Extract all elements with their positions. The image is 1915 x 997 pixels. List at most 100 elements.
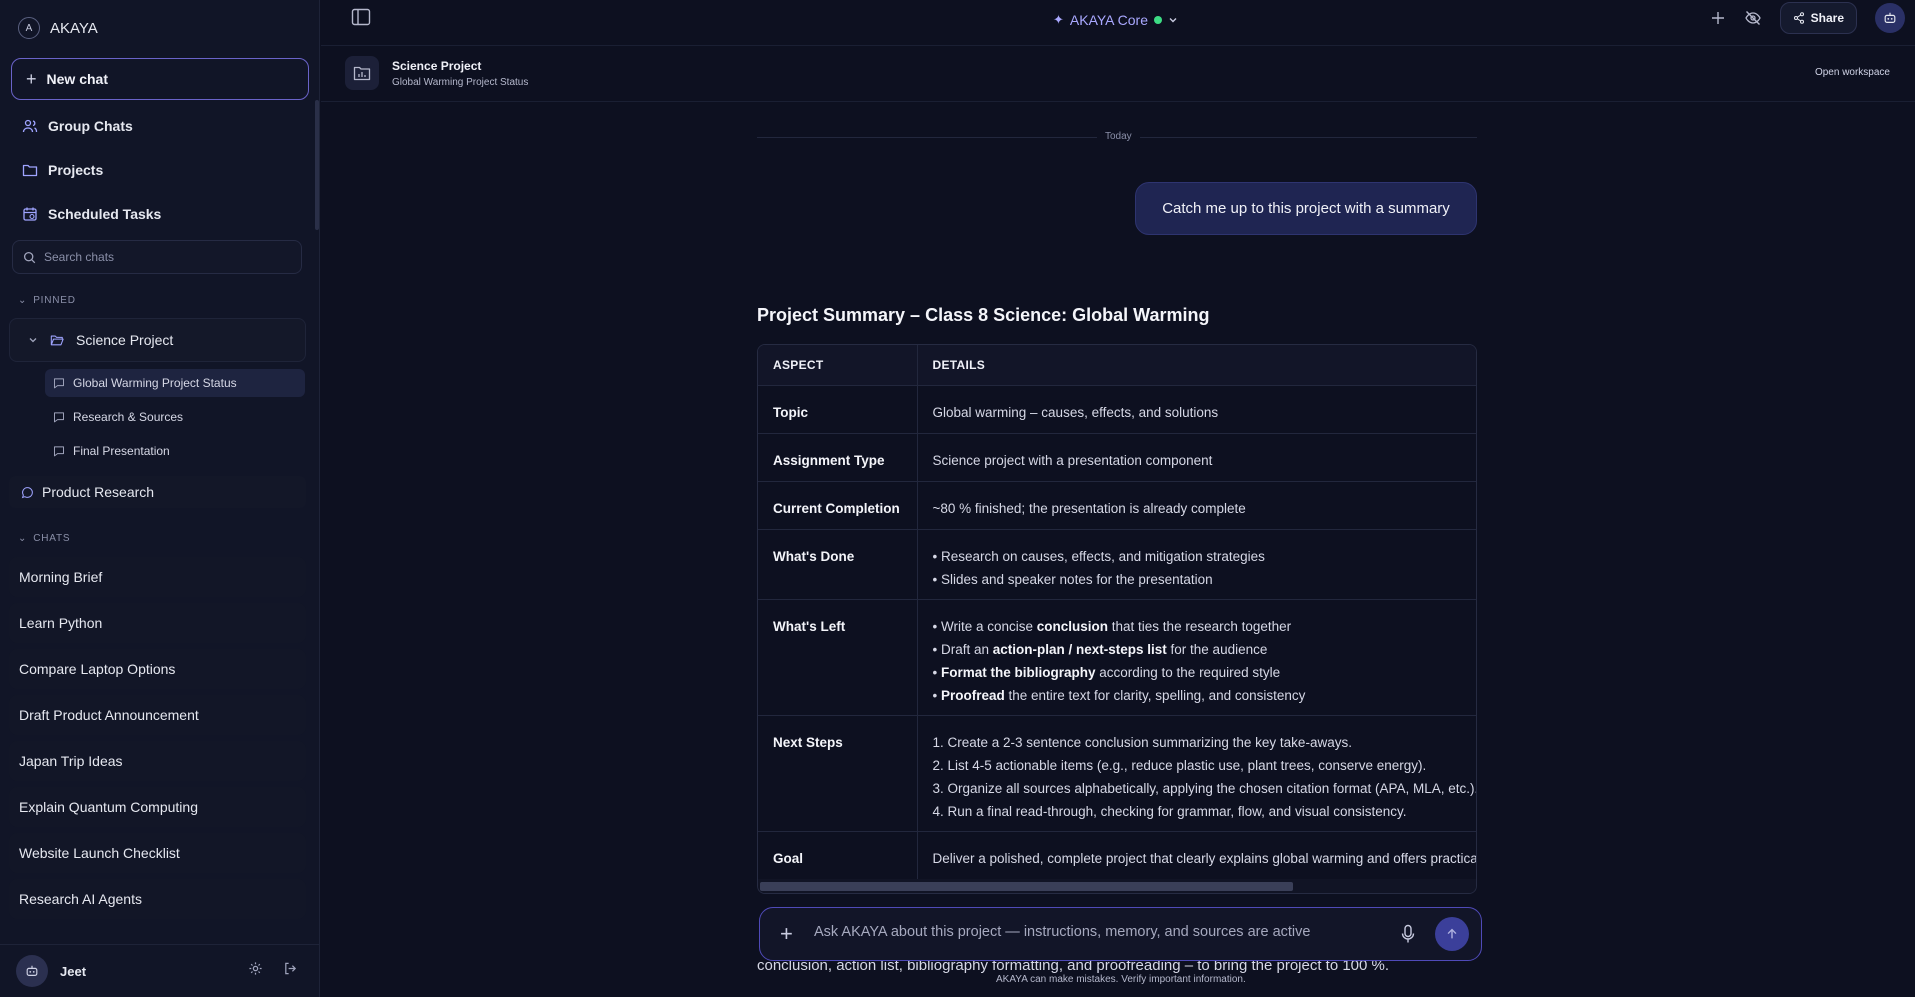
column-header: ASPECT (758, 345, 918, 386)
message-input[interactable] (814, 924, 1354, 940)
detail-line: • Slides and speaker notes for the prese… (932, 571, 1213, 587)
project-title: Science Project (392, 59, 482, 73)
table-row: What's Done • Research on causes, effect… (758, 529, 1476, 600)
chat-item-ai-agents[interactable]: Research AI Agents (9, 879, 306, 919)
table-header-row: ASPECT DETAILS (758, 345, 1476, 386)
chevron-down-icon[interactable] (28, 335, 38, 345)
table-row: Assignment Type Science project with a p… (758, 433, 1476, 482)
project-chat-final-presentation[interactable]: Final Presentation (45, 437, 305, 465)
table-horizontal-scrollbar[interactable] (758, 879, 1476, 893)
project-icon (345, 56, 379, 90)
assistant-avatar-button[interactable] (1875, 3, 1905, 33)
eye-off-icon[interactable] (1744, 10, 1762, 26)
calendar-icon (23, 207, 37, 221)
logo-icon: A (18, 17, 40, 39)
disclaimer: AKAYA can make mistakes. Verify importan… (996, 974, 1246, 985)
toggle-sidebar-button[interactable] (351, 8, 371, 31)
project-subtitle: Global Warming Project Status (392, 77, 529, 88)
user-profile[interactable]: Jeet (0, 944, 320, 997)
chevron-down-icon (1169, 18, 1177, 23)
plus-icon: + (26, 68, 37, 89)
nav-label: Projects (48, 162, 104, 178)
search-icon (23, 251, 36, 263)
date-divider: Today (1097, 131, 1140, 142)
chat-item-website-launch[interactable]: Website Launch Checklist (9, 833, 306, 873)
project-chat-label: Research & Sources (73, 410, 184, 424)
detail-line: • Draft an action-plan / next-steps list… (932, 641, 1268, 657)
detail-line: • Research on causes, effects, and mitig… (932, 548, 1265, 564)
nav-group-chats[interactable]: Group Chats (22, 112, 133, 140)
send-button[interactable] (1435, 917, 1469, 951)
project-chat-label: Final Presentation (73, 444, 170, 458)
chat-item-quantum[interactable]: Explain Quantum Computing (9, 787, 306, 827)
nav-projects[interactable]: Projects (22, 156, 103, 184)
new-chat-label: New chat (46, 71, 108, 87)
chevron-down-icon: ⌄ (18, 295, 28, 306)
details-cell: Science project with a presentation comp… (917, 433, 1476, 482)
pinned-section-toggle[interactable]: ⌄ PINNED (18, 295, 76, 306)
sidebar-scrollbar[interactable] (315, 100, 319, 230)
summary-table: ASPECT DETAILS Topic Global warming – ca… (757, 344, 1477, 894)
chat-item-learn-python[interactable]: Learn Python (9, 603, 306, 643)
project-chat-global-warming[interactable]: Global Warming Project Status (45, 369, 305, 397)
pinned-project-science[interactable]: Science Project (9, 318, 306, 362)
arrow-up-icon (1447, 928, 1457, 939)
logout-icon[interactable] (283, 961, 298, 976)
chat-item-compare-laptop[interactable]: Compare Laptop Options (9, 649, 306, 689)
table-row: Current Completion ~80 % finished; the p… (758, 481, 1476, 530)
pinned-chat-label: Product Research (42, 484, 155, 500)
detail-line: 4. Run a final read-through, checking fo… (932, 803, 1407, 819)
brand[interactable]: A AKAYA (18, 17, 98, 39)
aspect-cell: Topic (758, 385, 918, 434)
sidebar: A AKAYA + New chat Group Chats Projects … (0, 0, 320, 997)
search-box[interactable] (12, 240, 302, 274)
table-row: Topic Global warming – causes, effects, … (758, 385, 1476, 434)
new-chat-plus-icon[interactable] (1710, 10, 1726, 26)
folder-chart-icon (353, 66, 371, 81)
nav-scheduled-tasks[interactable]: Scheduled Tasks (22, 200, 161, 228)
chat-item-japan-trip[interactable]: Japan Trip Ideas (9, 741, 306, 781)
chevron-down-icon: ⌄ (18, 533, 28, 544)
chats-label: CHATS (33, 533, 71, 544)
model-selector[interactable]: ✦ AKAYA Core (1053, 12, 1178, 28)
settings-gear-icon[interactable] (248, 961, 263, 976)
details-cell: • Write a concise conclusion that ties t… (917, 599, 1476, 716)
app-name: AKAYA (50, 19, 98, 37)
chat-item-morning-brief[interactable]: Morning Brief (9, 557, 306, 597)
pinned-label: PINNED (33, 295, 76, 306)
open-workspace-link[interactable]: Open workspace (1815, 67, 1890, 78)
project-chat-research-sources[interactable]: Research & Sources (45, 403, 305, 431)
folder-icon (22, 164, 38, 177)
bot-icon (1884, 12, 1896, 23)
details-cell: 1. Create a 2-3 sentence conclusion summ… (917, 715, 1477, 832)
detail-line: Science project with a presentation comp… (932, 452, 1213, 468)
aspect-cell: Goal (758, 831, 918, 880)
microphone-icon[interactable] (1400, 924, 1416, 944)
detail-line: ~80 % finished; the presentation is alre… (932, 500, 1246, 516)
project-header: Science Project Global Warming Project S… (321, 46, 1915, 102)
attach-plus-icon[interactable]: + (780, 921, 793, 947)
chats-section-toggle[interactable]: ⌄ CHATS (18, 533, 70, 544)
pinned-chat-product-research[interactable]: Product Research (9, 476, 306, 508)
chat-item-draft-announcement[interactable]: Draft Product Announcement (9, 695, 306, 735)
aspect-cell: What's Done (758, 529, 918, 600)
aspect-cell: Current Completion (758, 481, 918, 530)
share-button[interactable]: Share (1779, 2, 1857, 34)
search-input[interactable] (44, 250, 284, 264)
user-name: Jeet (60, 963, 87, 979)
aspect-cell: Assignment Type (758, 433, 918, 482)
detail-line: 3. Organize all sources alphabetically, … (932, 780, 1477, 796)
details-cell: Deliver a polished, complete project tha… (917, 831, 1476, 880)
aspect-cell: What's Left (758, 599, 918, 716)
chat-bubble-icon (54, 412, 64, 423)
detail-line: • Proofread the entire text for clarity,… (932, 687, 1306, 703)
avatar[interactable] (16, 955, 48, 987)
sparkle-icon: ✦ (1053, 12, 1064, 27)
table-row: What's Left • Write a concise conclusion… (758, 599, 1476, 716)
scrollbar-thumb[interactable] (760, 882, 1293, 891)
new-chat-button[interactable]: + New chat (11, 58, 309, 100)
users-icon (22, 119, 38, 133)
bot-icon (26, 965, 38, 976)
details-cell: Global warming – causes, effects, and so… (917, 385, 1476, 434)
sidebar-panel-icon (351, 8, 371, 26)
